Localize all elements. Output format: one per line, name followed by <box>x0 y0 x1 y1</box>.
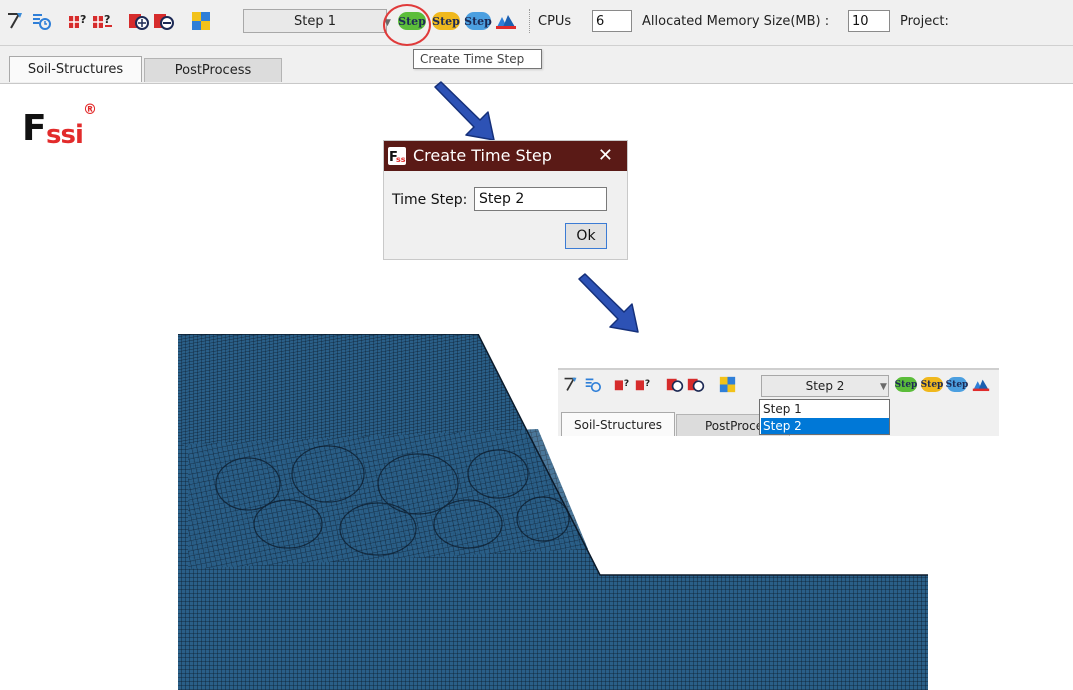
inset-create-step-label: Step <box>894 379 918 390</box>
edit-step-icon[interactable]: Step <box>432 12 460 30</box>
close-icon[interactable]: ✕ <box>598 145 613 166</box>
tab-postprocess[interactable]: PostProcess <box>144 58 282 82</box>
tab-soil-structures-label: Soil-Structures <box>27 62 124 77</box>
svg-text:?: ? <box>80 13 86 26</box>
edit-step-icon[interactable]: Step <box>921 377 943 392</box>
inset-delete-step-label: Step <box>945 379 969 390</box>
step-dropdown-list: Step 1 Step 2 <box>759 399 890 435</box>
cpus-label: CPUs <box>538 14 572 29</box>
main-toolbar: ? ? Step 1 ▼ Step Step Step CPUs 6 Alloc… <box>0 0 1073 46</box>
cpus-input[interactable]: 6 <box>592 10 632 32</box>
step-combo-value: Step 1 <box>293 13 336 29</box>
step-combo[interactable]: Step 1 <box>243 9 387 33</box>
project-label: Project: <box>900 14 949 29</box>
create-time-step-dialog: Fss Create Time Step ✕ Time Step: Step 2… <box>383 140 628 260</box>
ok-button[interactable]: Ok <box>565 223 607 249</box>
svg-text:?: ? <box>104 13 110 26</box>
toolbar-separator <box>529 9 530 33</box>
draw-line-icon[interactable] <box>561 375 579 393</box>
delete-step-icon[interactable]: Step <box>464 12 492 30</box>
remove-load-icon[interactable] <box>153 10 175 32</box>
inset-edit-step-label: Step <box>920 379 944 390</box>
chevron-down-icon[interactable]: ▼ <box>384 18 391 28</box>
time-step-input[interactable]: Step 2 <box>474 187 607 211</box>
tab-postprocess-label: PostProcess <box>174 63 252 78</box>
remove-boundary-icon[interactable]: ? <box>635 375 653 393</box>
svg-text:ss: ss <box>396 155 406 164</box>
add-boundary-icon[interactable]: ? <box>68 10 90 32</box>
dropdown-option-step-2[interactable]: Step 2 <box>761 418 889 434</box>
draw-line-icon[interactable] <box>4 10 26 32</box>
inset-tab-soil-structures[interactable]: Soil-Structures <box>561 412 675 436</box>
dialog-title: Create Time Step <box>413 146 552 165</box>
delete-step-label: Step <box>464 14 492 28</box>
logo-ssi: ssi <box>46 120 84 150</box>
arrow-down-right-icon <box>434 81 495 141</box>
time-step-icon[interactable] <box>583 375 601 393</box>
add-boundary-icon[interactable]: ? <box>614 375 632 393</box>
fssi-app-icon: Fss <box>388 147 406 165</box>
run-analysis-icon[interactable] <box>972 375 990 393</box>
time-step-label: Time Step: <box>392 192 468 208</box>
memory-input[interactable]: 10 <box>848 10 890 32</box>
chevron-down-icon[interactable]: ▼ <box>880 382 887 392</box>
add-load-icon[interactable] <box>666 375 684 393</box>
create-step-icon[interactable]: Step <box>398 12 426 30</box>
edit-step-label: Step <box>432 14 460 28</box>
remove-boundary-icon[interactable]: ? <box>92 10 114 32</box>
time-step-icon[interactable] <box>30 10 52 32</box>
inset-step-combo-value: Step 2 <box>805 379 845 393</box>
create-step-label: Step <box>398 14 426 28</box>
svg-text:?: ? <box>624 379 629 389</box>
svg-text:?: ? <box>645 379 650 389</box>
logo-f: F <box>22 108 47 149</box>
color-grid-icon[interactable] <box>718 375 736 393</box>
logo-registered: ® <box>83 102 97 118</box>
color-grid-icon[interactable] <box>190 10 212 32</box>
dialog-titlebar: Fss Create Time Step ✕ <box>384 141 627 171</box>
run-analysis-icon[interactable] <box>495 10 517 32</box>
remove-load-icon[interactable] <box>687 375 705 393</box>
fssi-logo: F ssi ® <box>22 102 112 152</box>
memory-label: Allocated Memory Size(MB) : <box>642 14 830 29</box>
inset-tab-soil-structures-label: Soil-Structures <box>573 417 663 432</box>
dropdown-option-step-1[interactable]: Step 1 <box>761 401 889 417</box>
add-load-icon[interactable] <box>128 10 150 32</box>
inset-step-combo[interactable]: Step 2 <box>761 375 889 397</box>
tab-soil-structures[interactable]: Soil-Structures <box>9 56 142 82</box>
delete-step-icon[interactable]: Step <box>945 377 969 392</box>
create-step-icon[interactable]: Step <box>895 377 917 392</box>
tooltip: Create Time Step <box>413 49 542 69</box>
arrow-down-right-icon <box>578 273 639 333</box>
